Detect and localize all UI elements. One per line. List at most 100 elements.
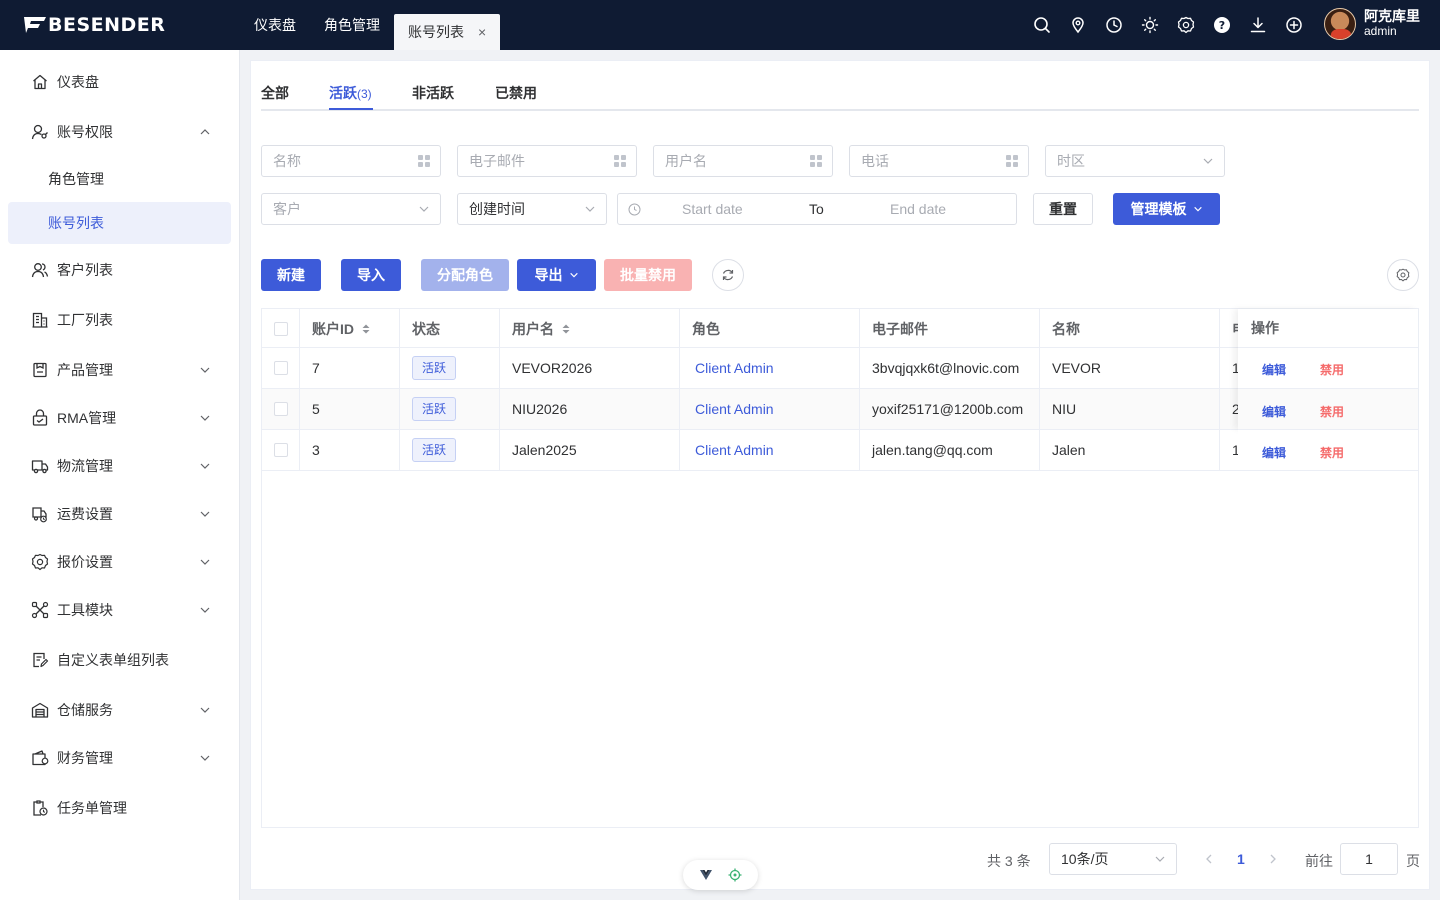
column-header-name: 名称 <box>1040 309 1220 348</box>
clock-icon[interactable] <box>1102 13 1126 37</box>
date-range-picker[interactable]: Start date To End date <box>617 193 1017 225</box>
customer-select[interactable]: 客户 <box>261 193 441 225</box>
header-icons: ? <box>1030 13 1318 37</box>
sidebar-item-dashboard[interactable]: 仪表盘 <box>0 60 240 104</box>
placeholder: 客户 <box>273 201 301 217</box>
placeholder: 名称 <box>273 153 301 169</box>
timezone-select[interactable]: 时区 <box>1045 145 1225 177</box>
sidebar-item-warehouse[interactable]: 仓储服务 <box>0 688 240 732</box>
sort-icon[interactable] <box>361 323 371 335</box>
select-all-checkbox[interactable] <box>274 321 288 336</box>
sort-icon[interactable] <box>561 323 571 335</box>
tab-active[interactable]: 活跃(3) <box>329 83 372 103</box>
page-unit-label: 页 <box>1406 853 1420 869</box>
tab-label: 活跃 <box>329 85 357 101</box>
row-checkbox[interactable] <box>274 443 288 457</box>
form-icon <box>31 651 49 669</box>
home-icon <box>31 73 49 91</box>
column-header-username[interactable]: 用户名 <box>500 309 680 348</box>
phone-filter-input[interactable]: 电话 <box>849 145 1029 177</box>
sidebar-item-logistics[interactable]: 物流管理 <box>0 444 240 488</box>
created-time-select[interactable]: 创建时间 <box>457 193 607 225</box>
user-info: 阿克库里 admin <box>1364 9 1420 39</box>
row-checkbox[interactable] <box>274 402 288 416</box>
chevron-down-icon <box>569 272 578 278</box>
sidebar-item-role-management[interactable]: 角色管理 <box>8 158 231 200</box>
sidebar-item-tools[interactable]: 工具模块 <box>0 588 240 632</box>
chevron-down-icon <box>200 415 210 421</box>
chevron-up-icon <box>200 129 210 135</box>
refresh-button[interactable] <box>712 259 744 291</box>
page-size-select[interactable]: 10条/页 <box>1049 843 1177 875</box>
avatar[interactable] <box>1324 8 1356 40</box>
add-circle-icon[interactable] <box>1282 13 1306 37</box>
sidebar-item-customers[interactable]: 客户列表 <box>0 248 240 292</box>
truck-icon <box>31 457 49 475</box>
vue-logo-icon[interactable] <box>699 869 713 881</box>
sidebar-item-finance[interactable]: 财务管理 <box>0 736 240 780</box>
sidebar-item-freight-settings[interactable]: 运费设置 <box>0 492 240 536</box>
start-date-input[interactable]: Start date <box>682 201 743 217</box>
role-link[interactable]: Client Admin <box>695 360 774 376</box>
row-checkbox[interactable] <box>274 361 288 375</box>
tab-disabled[interactable]: 已禁用 <box>495 83 537 103</box>
disable-link[interactable]: 禁用 <box>1320 361 1344 378</box>
header-tab-accounts[interactable]: 账号列表 × <box>394 14 501 50</box>
user-menu[interactable]: 阿克库里 admin <box>1324 8 1420 40</box>
sidebar-item-products[interactable]: 产品管理 <box>0 348 240 392</box>
reset-button[interactable]: 重置 <box>1033 193 1093 225</box>
goto-page-input[interactable]: 1 <box>1340 843 1398 875</box>
sidebar-item-quote-settings[interactable]: 报价设置 <box>0 540 240 584</box>
sidebar-item-account-list[interactable]: 账号列表 <box>8 202 231 244</box>
sidebar-item-label: 任务单管理 <box>57 800 127 816</box>
role-link[interactable]: Client Admin <box>695 401 774 417</box>
sidebar-item-account-permissions[interactable]: 账号权限 <box>0 110 240 154</box>
disable-link[interactable]: 禁用 <box>1320 444 1344 461</box>
devtools-floating-bar[interactable] <box>683 860 758 890</box>
column-header-id[interactable]: 账户ID <box>300 309 400 348</box>
batch-disable-button[interactable]: 批量禁用 <box>604 259 692 291</box>
target-icon[interactable] <box>728 868 742 882</box>
logo[interactable]: BESENDER <box>22 12 165 38</box>
placeholder: 电子邮件 <box>469 153 525 169</box>
gear-icon[interactable] <box>1174 13 1198 37</box>
header-tab-dashboard[interactable]: 仪表盘 <box>240 7 310 43</box>
role-link[interactable]: Client Admin <box>695 442 774 458</box>
search-icon[interactable] <box>1030 13 1054 37</box>
quote-gear-icon <box>31 553 49 571</box>
top-bar: BESENDER 仪表盘 角色管理 账号列表 × ? 阿克库里 admin <box>0 0 1440 50</box>
edit-link[interactable]: 编辑 <box>1262 361 1286 378</box>
grid-icon <box>1006 155 1018 167</box>
page-number-current[interactable]: 1 <box>1237 851 1245 867</box>
help-icon[interactable]: ? <box>1210 13 1234 37</box>
export-button[interactable]: 导出 <box>517 259 596 291</box>
tab-all[interactable]: 全部 <box>261 83 289 103</box>
header-tab-label: 仪表盘 <box>254 17 296 33</box>
username-filter-input[interactable]: 用户名 <box>653 145 833 177</box>
download-icon[interactable] <box>1246 13 1270 37</box>
sidebar-item-rma[interactable]: RMA管理 <box>0 396 240 440</box>
manage-template-button[interactable]: 管理模板 <box>1113 193 1220 225</box>
import-button[interactable]: 导入 <box>341 259 401 291</box>
table-settings-button[interactable] <box>1387 259 1419 291</box>
sidebar-item-custom-forms[interactable]: 自定义表单组列表 <box>0 638 240 682</box>
row-checkbox-cell <box>262 430 300 470</box>
sidebar-item-tasks[interactable]: 任务单管理 <box>0 786 240 830</box>
assign-role-button[interactable]: 分配角色 <box>421 259 509 291</box>
disable-link[interactable]: 禁用 <box>1320 403 1344 420</box>
name-filter-input[interactable]: 名称 <box>261 145 441 177</box>
tab-inactive[interactable]: 非活跃 <box>412 83 454 103</box>
close-icon[interactable]: × <box>478 24 486 40</box>
end-date-input[interactable]: End date <box>890 201 946 217</box>
next-page-icon[interactable] <box>1267 853 1279 865</box>
edit-link[interactable]: 编辑 <box>1262 444 1286 461</box>
email-filter-input[interactable]: 电子邮件 <box>457 145 637 177</box>
building-icon <box>31 311 49 329</box>
header-tab-roles[interactable]: 角色管理 <box>310 7 394 43</box>
prev-page-icon[interactable] <box>1203 853 1215 865</box>
sidebar-item-factories[interactable]: 工厂列表 <box>0 298 240 342</box>
edit-link[interactable]: 编辑 <box>1262 403 1286 420</box>
new-button[interactable]: 新建 <box>261 259 321 291</box>
sun-icon[interactable] <box>1138 13 1162 37</box>
location-icon[interactable] <box>1066 13 1090 37</box>
